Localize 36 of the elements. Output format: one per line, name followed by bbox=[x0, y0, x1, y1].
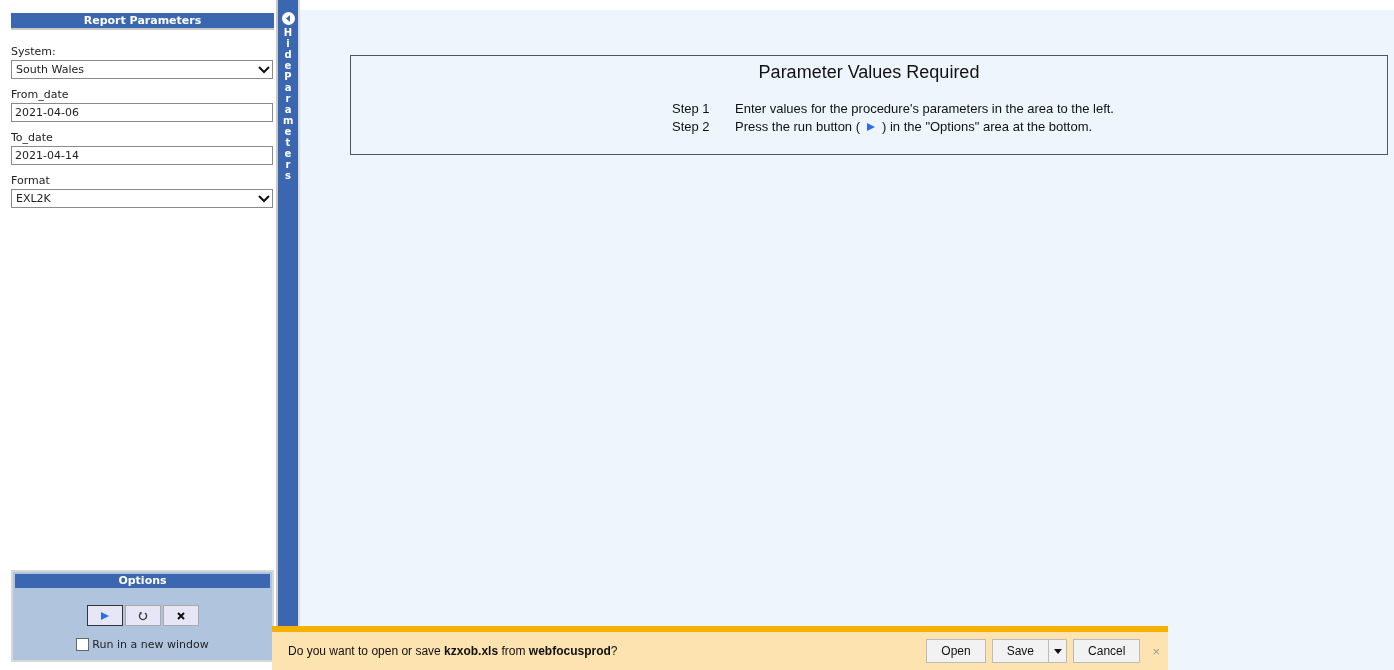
hide-parameters-tab[interactable]: Hide Parameters bbox=[278, 0, 300, 626]
step-text: ) in the "Options" area at the bottom. bbox=[882, 119, 1093, 134]
card-title: Parameter Values Required bbox=[758, 62, 980, 83]
field-label: From_date bbox=[11, 88, 70, 101]
panel-header: Report Parameters bbox=[11, 13, 274, 30]
checkbox[interactable] bbox=[76, 638, 90, 651]
field-label: System: bbox=[11, 45, 57, 58]
chevron-down-icon bbox=[258, 65, 270, 74]
date-field[interactable]: 2021-04-14 bbox=[11, 146, 273, 165]
select-field[interactable]: South Wales bbox=[11, 60, 273, 79]
field-label: Format bbox=[11, 174, 51, 187]
field-label: To_date bbox=[11, 131, 54, 144]
step-label: Step 2 bbox=[672, 119, 711, 134]
reset-button[interactable] bbox=[124, 605, 161, 626]
panel-header: Options bbox=[15, 574, 270, 588]
cancel-button[interactable]: Cancel bbox=[1073, 639, 1141, 663]
checkbox-label: Run in a new window bbox=[92, 638, 209, 651]
close-icon bbox=[176, 611, 185, 620]
caret-icon bbox=[1053, 648, 1062, 654]
run-button[interactable] bbox=[86, 605, 123, 626]
step-text: Press the run button ( bbox=[735, 119, 861, 134]
play-icon bbox=[866, 121, 877, 132]
collapse-left-icon bbox=[281, 12, 295, 25]
step-label: Step 1 bbox=[672, 101, 711, 116]
play-icon bbox=[99, 610, 110, 621]
tab-label: Hide Parameters bbox=[283, 27, 293, 181]
close-button[interactable] bbox=[162, 605, 199, 626]
download-message: Do you want to open or save kzxob.xls from webfocusprod? bbox=[288, 644, 619, 658]
date-field[interactable]: 2021-04-06 bbox=[11, 103, 273, 122]
select-field[interactable]: EXL2K bbox=[11, 189, 273, 208]
step-text: Enter values for the procedure's parameters in the area to the left. bbox=[735, 101, 1114, 116]
save-options-button[interactable] bbox=[1049, 639, 1068, 663]
open-button[interactable]: Open bbox=[926, 639, 986, 663]
refresh-icon bbox=[137, 610, 148, 621]
chevron-down-icon bbox=[258, 194, 270, 203]
save-button[interactable]: Save bbox=[991, 639, 1050, 663]
